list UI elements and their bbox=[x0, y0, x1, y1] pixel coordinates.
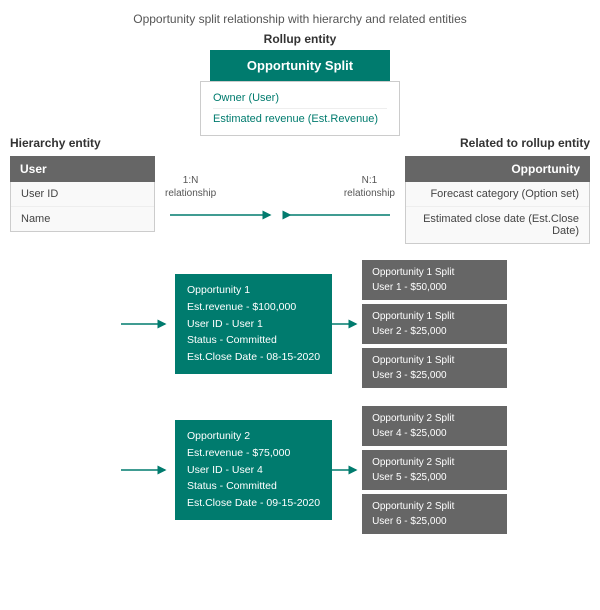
diagram: Rollup entity Opportunity Split Owner (U… bbox=[10, 32, 590, 534]
rollup-label: Rollup entity bbox=[264, 32, 337, 46]
opp1-line0: Opportunity 1 bbox=[187, 282, 320, 299]
opp1-line4: Est.Close Date - 08-15-2020 bbox=[187, 349, 320, 366]
opp2-box: Opportunity 2 Est.revenue - $75,000 User… bbox=[175, 420, 332, 520]
opp2-line2: User ID - User 4 bbox=[187, 462, 320, 479]
opp2-line3: Status - Committed bbox=[187, 478, 320, 495]
rollup-fields: Owner (User) Estimated revenue (Est.Reve… bbox=[200, 81, 400, 136]
opp2-row: Opportunity 2 Est.revenue - $75,000 User… bbox=[20, 406, 590, 534]
opp2-split-2: Opportunity 2 Split User 6 - $25,000 bbox=[362, 494, 507, 534]
hierarchy-section: Hierarchy entity User User ID Name bbox=[10, 136, 155, 232]
opp1-split-0: Opportunity 1 Split User 1 - $50,000 bbox=[362, 260, 507, 300]
opp2-right-arrow bbox=[332, 464, 362, 476]
opp2-line1: Est.revenue - $75,000 bbox=[187, 445, 320, 462]
hierarchy-field-1: Name bbox=[11, 207, 154, 231]
opp1-row: Opportunity 1 Est.revenue - $100,000 Use… bbox=[20, 260, 590, 388]
related-entity-body: Forecast category (Option set) Estimated… bbox=[405, 182, 590, 244]
related-field-1: Estimated close date (Est.Close Date) bbox=[406, 207, 589, 243]
opp2-line4: Est.Close Date - 09-15-2020 bbox=[187, 495, 320, 512]
opportunities-section: Opportunity 1 Est.revenue - $100,000 Use… bbox=[10, 260, 590, 534]
arrows-svg bbox=[160, 206, 400, 224]
opp1-line2: User ID - User 1 bbox=[187, 316, 320, 333]
rel-left-label: 1:N relationship bbox=[165, 174, 216, 200]
hierarchy-field-0: User ID bbox=[11, 182, 154, 207]
rollup-field-1: Estimated revenue (Est.Revenue) bbox=[213, 109, 387, 129]
opp2-left-arrow bbox=[121, 464, 171, 476]
opp1-split-1: Opportunity 1 Split User 2 - $25,000 bbox=[362, 304, 507, 344]
opp1-line3: Status - Committed bbox=[187, 332, 320, 349]
related-entity-box: Opportunity Forecast category (Option se… bbox=[405, 156, 590, 244]
page-title: Opportunity split relationship with hier… bbox=[0, 0, 600, 32]
rollup-box: Opportunity Split bbox=[210, 50, 390, 81]
related-entity-header: Opportunity bbox=[405, 156, 590, 182]
opp1-splits: Opportunity 1 Split User 1 - $50,000 Opp… bbox=[362, 260, 507, 388]
related-label: Related to rollup entity bbox=[405, 136, 590, 150]
opp1-line1: Est.revenue - $100,000 bbox=[187, 299, 320, 316]
hierarchy-label: Hierarchy entity bbox=[10, 136, 155, 150]
related-section: Related to rollup entity Opportunity For… bbox=[405, 136, 590, 244]
hierarchy-entity-box: User User ID Name bbox=[10, 156, 155, 232]
hierarchy-entity-header: User bbox=[10, 156, 155, 182]
opp1-box: Opportunity 1 Est.revenue - $100,000 Use… bbox=[175, 274, 332, 374]
opp2-line0: Opportunity 2 bbox=[187, 428, 320, 445]
opp2-splits: Opportunity 2 Split User 4 - $25,000 Opp… bbox=[362, 406, 507, 534]
opp1-right-arrow bbox=[332, 318, 362, 330]
opp1-left-arrow bbox=[121, 318, 171, 330]
opp2-split-0: Opportunity 2 Split User 4 - $25,000 bbox=[362, 406, 507, 446]
rollup-field-0: Owner (User) bbox=[213, 88, 387, 109]
page-wrapper: Opportunity split relationship with hier… bbox=[0, 0, 600, 534]
opp2-split-1: Opportunity 2 Split User 5 - $25,000 bbox=[362, 450, 507, 490]
rel-right-label: N:1 relationship bbox=[344, 174, 395, 200]
related-field-0: Forecast category (Option set) bbox=[406, 182, 589, 207]
opp1-split-2: Opportunity 1 Split User 3 - $25,000 bbox=[362, 348, 507, 388]
hierarchy-entity-body: User ID Name bbox=[10, 182, 155, 232]
